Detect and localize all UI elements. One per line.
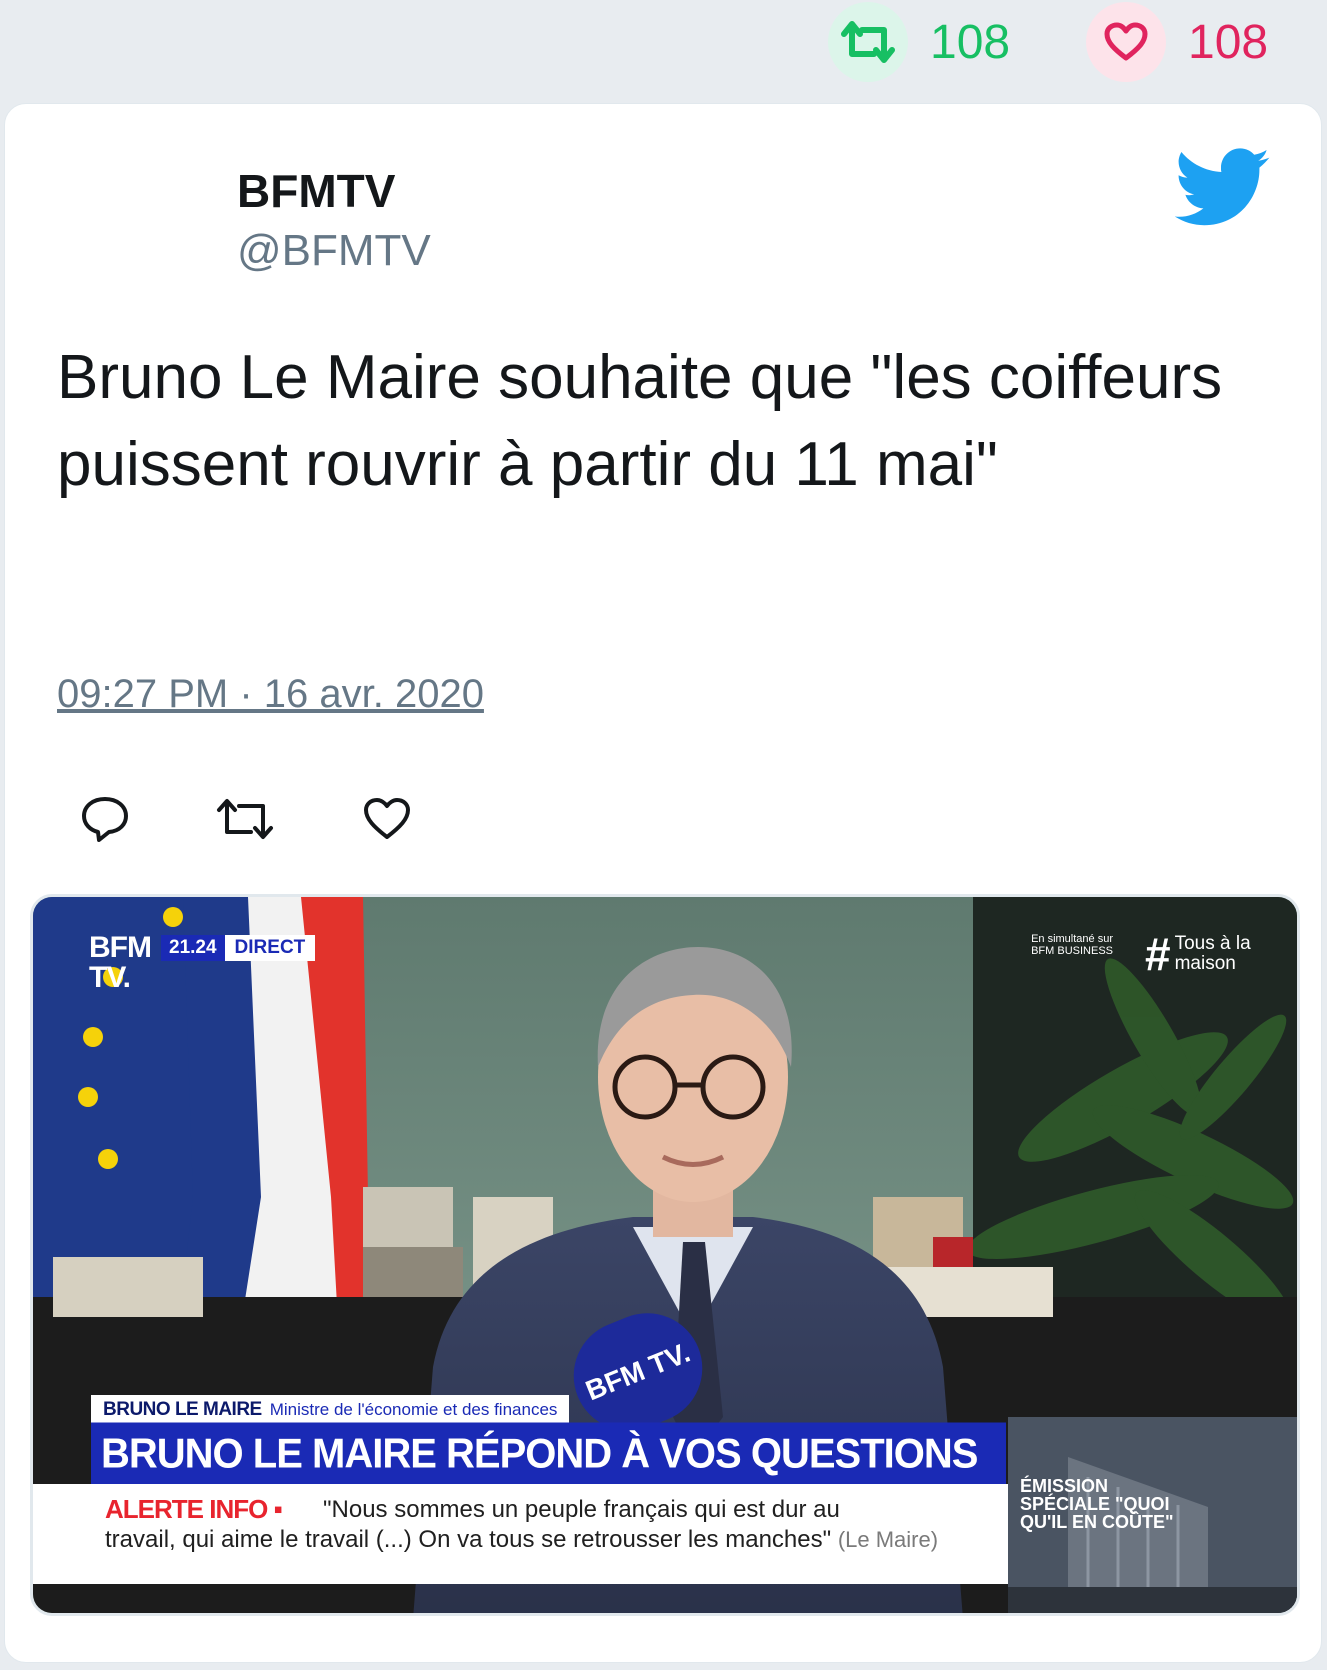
tweet-card: BFMTV @BFMTV Bruno Le Maire souhaite que… — [4, 103, 1322, 1663]
like-icon[interactable] — [357, 784, 417, 854]
hashtag-symbol: # — [1145, 928, 1171, 980]
bfm-channel-logo: BFM TV. — [89, 931, 152, 994]
headline-banner: BRUNO LE MAIRE RÉPOND À VOS QUESTIONS — [91, 1422, 1006, 1486]
heart-icon[interactable] — [1086, 2, 1166, 82]
logo-line-2: TV. — [89, 961, 131, 994]
special-program-box: ÉMISSION SPÉCIALE "QUOI QU'IL EN COÛTE" — [1008, 1417, 1297, 1613]
like-count: 108 — [1188, 15, 1269, 69]
author-name[interactable]: BFMTV — [237, 164, 395, 218]
ticker-line-1: "Nous sommes un peuple français qui est … — [323, 1496, 840, 1523]
live-indicator: 21.24 DIRECT — [161, 935, 316, 961]
nameplate: BRUNO LE MAIRE Ministre de l'économie et… — [91, 1395, 570, 1425]
live-label: DIRECT — [224, 935, 316, 961]
twitter-bird-icon[interactable] — [1174, 148, 1271, 233]
like-stat[interactable]: 108 — [1086, 0, 1268, 84]
engagement-bar: 108 108 — [0, 0, 1327, 100]
ticker-line-2-text: travail, qui aime le travail (...) On va… — [105, 1526, 832, 1553]
hashtag-line-1: Tous à la — [1174, 933, 1251, 954]
news-ticker: ALERTE INFO ▪ "Nous sommes un peuple fra… — [33, 1484, 1008, 1584]
retweet-icon[interactable] — [828, 2, 908, 82]
retweet-count: 108 — [930, 15, 1011, 69]
hashtag-badge: # Tous à la maison — [1145, 927, 1251, 981]
reply-icon[interactable] — [75, 784, 135, 854]
hashtag-text: Tous à la maison — [1175, 934, 1251, 974]
ticker-attribution: (Le Maire) — [837, 1527, 939, 1552]
tweet-text: Bruno Le Maire souhaite que "les coiffeu… — [57, 343, 1223, 499]
tweet-media-video[interactable]: BFM TV. 21.24 DIRECT En simultané sur BF… — [30, 894, 1300, 1616]
live-time: 21.24 — [161, 935, 225, 961]
hashtag-line-2: maison — [1174, 953, 1236, 974]
alert-label: ALERTE INFO ▪ — [105, 1494, 283, 1524]
logo-line-1: BFM — [89, 931, 152, 964]
author-handle[interactable]: @BFMTV — [237, 226, 431, 276]
nameplate-name: BRUNO LE MAIRE — [103, 1399, 262, 1420]
simulcast-label: En simultané sur BFM BUSINESS — [1031, 933, 1113, 957]
tweet-timestamp[interactable]: 09:27 PM · 16 avr. 2020 — [57, 672, 484, 717]
nameplate-role: Ministre de l'économie et des finances — [269, 1400, 558, 1419]
special-program-text: ÉMISSION SPÉCIALE "QUOI QU'IL EN COÛTE" — [1020, 1476, 1174, 1532]
ticker-line-2: travail, qui aime le travail (...) On va… — [105, 1526, 938, 1554]
retweet-action-icon[interactable] — [210, 784, 280, 854]
retweet-stat[interactable]: 108 — [828, 0, 1010, 84]
